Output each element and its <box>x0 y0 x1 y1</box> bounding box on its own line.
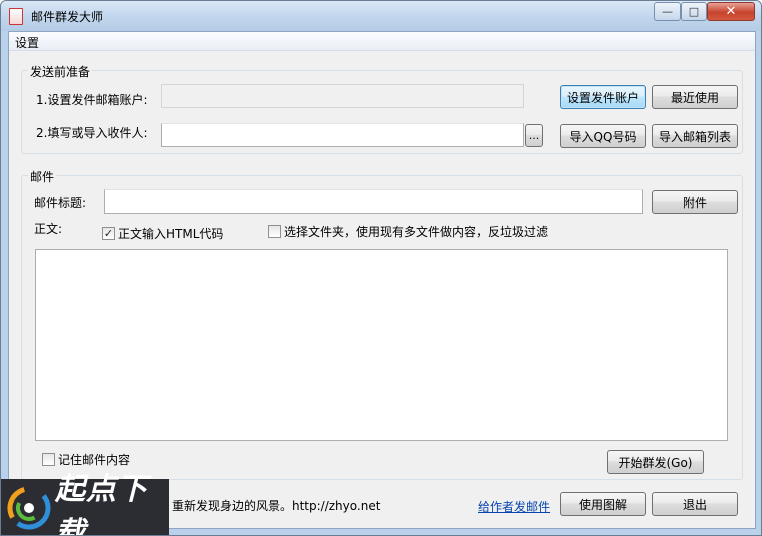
window-title: 邮件群发大师 <box>31 10 104 24</box>
prep-legend: 发送前准备 <box>28 63 93 80</box>
subject-label: 邮件标题: <box>34 196 87 210</box>
footer-slogan: 重新发现身边的风景。http://zhyo.net <box>172 499 381 513</box>
menu-bar: 设置 <box>9 32 755 51</box>
logo-text: 起点下载 <box>55 472 148 536</box>
client-area: 设置 发送前准备 1.设置发件邮箱账户: 设置发件账户 最近使用 2.填写或导入… <box>8 31 756 529</box>
minimize-icon: — <box>662 5 673 18</box>
folder-checkbox-label: 选择文件夹，使用现有多文件做内容，反垃圾过滤 <box>284 225 549 239</box>
attach-button[interactable]: 附件 <box>652 190 738 214</box>
maximize-icon: □ <box>688 5 700 18</box>
title-bar[interactable]: 邮件群发大师 — □ ✕ <box>1 1 761 31</box>
start-send-button[interactable]: 开始群发(Go) <box>607 450 704 474</box>
maximize-button[interactable]: □ <box>681 2 707 21</box>
body-label: 正文: <box>34 222 63 236</box>
subject-input[interactable] <box>104 189 643 214</box>
browse-button[interactable]: ... <box>525 124 543 147</box>
close-icon: ✕ <box>725 4 737 19</box>
help-button[interactable]: 使用图解 <box>560 492 646 516</box>
logo-swirl-icon <box>7 486 51 530</box>
mail-author-link[interactable]: 给作者发邮件 <box>478 498 550 515</box>
exit-button[interactable]: 退出 <box>652 492 738 516</box>
recent-button[interactable]: 最近使用 <box>652 85 738 109</box>
body-textarea[interactable] <box>35 249 728 441</box>
import-list-button[interactable]: 导入邮箱列表 <box>652 124 738 148</box>
close-button[interactable]: ✕ <box>707 2 755 21</box>
account-label: 1.设置发件邮箱账户: <box>36 93 148 107</box>
html-checkbox-label: 正文输入HTML代码 <box>118 227 224 241</box>
html-checkbox-box[interactable]: ✓ <box>102 227 115 240</box>
minimize-button[interactable]: — <box>654 2 681 21</box>
app-icon <box>9 8 23 25</box>
recipients-input[interactable] <box>161 123 524 147</box>
app-window: 邮件群发大师 — □ ✕ 设置 发送前准备 1.设置发件邮箱账户: 设置发件账户… <box>0 0 762 536</box>
site-watermark-logo: 起点下载 <box>1 472 169 535</box>
import-qq-button[interactable]: 导入QQ号码 <box>560 124 646 148</box>
folder-checkbox-box[interactable] <box>268 225 281 238</box>
recipients-label: 2.填写或导入收件人: <box>36 126 148 140</box>
menu-settings[interactable]: 设置 <box>15 34 39 51</box>
set-account-button[interactable]: 设置发件账户 <box>560 85 646 109</box>
html-checkbox[interactable]: ✓ 正文输入HTML代码 <box>102 225 223 242</box>
remember-checkbox-box[interactable] <box>42 453 55 466</box>
mail-legend: 邮件 <box>28 168 57 185</box>
account-field <box>161 84 524 108</box>
folder-checkbox[interactable]: 选择文件夹，使用现有多文件做内容，反垃圾过滤 <box>268 223 548 240</box>
